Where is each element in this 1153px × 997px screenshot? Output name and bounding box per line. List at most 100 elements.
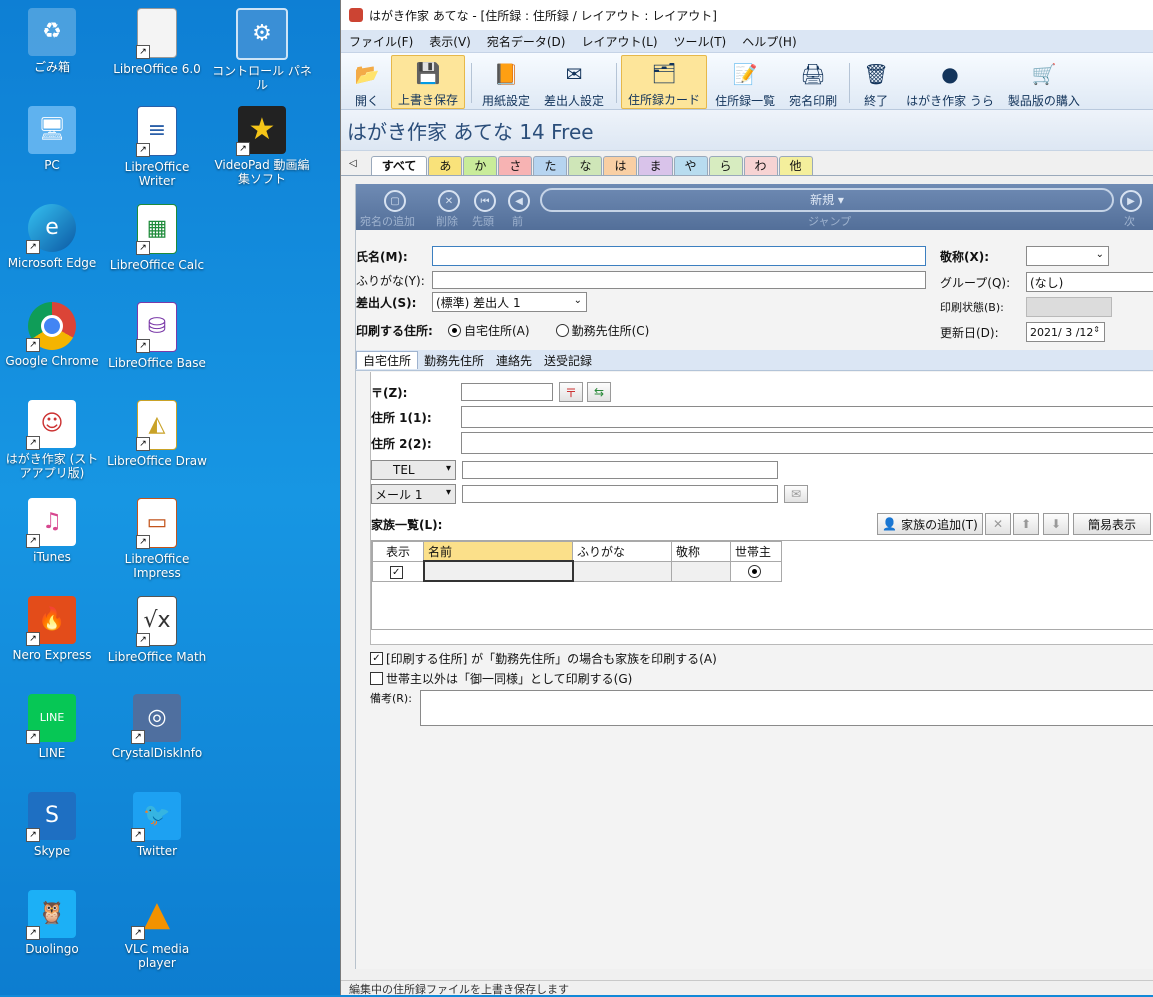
tab-ta[interactable]: た	[533, 156, 568, 175]
desktop-icon-writer[interactable]: ≡ ↗ LibreOffice Writer	[105, 106, 209, 188]
desktop-icon-line[interactable]: LINE ↗ LINE	[0, 694, 104, 760]
desktop-icon-control-panel[interactable]: ⚙ コントロール パネル	[210, 8, 314, 92]
desktop-icon-itunes[interactable]: ♫ ↗ iTunes	[0, 498, 104, 564]
checkbox-checked-icon[interactable]: ✓	[389, 565, 403, 579]
col-honorific[interactable]: 敬称	[671, 541, 731, 562]
print-button[interactable]: 🖨 宛名印刷	[783, 57, 843, 109]
tel-type-select[interactable]: TEL ▾	[371, 460, 456, 480]
tab-work-address[interactable]: 勤務先住所	[418, 352, 490, 369]
desktop-icon-chrome[interactable]: ↗ Google Chrome	[0, 302, 104, 368]
zip-input[interactable]	[461, 383, 553, 401]
tab-wa[interactable]: わ	[743, 156, 778, 175]
paper-settings-button[interactable]: 📙 用紙設定	[476, 57, 536, 109]
memo-input[interactable]	[420, 690, 1153, 726]
household-head-radio[interactable]	[748, 565, 761, 578]
menu-tools[interactable]: ツール(T)	[666, 33, 735, 50]
tab-ya[interactable]: や	[673, 156, 708, 175]
tab-home-address[interactable]: 自宅住所	[356, 351, 419, 369]
tab-ma[interactable]: ま	[638, 156, 673, 175]
desktop-icon-videopad[interactable]: ★ ↗ VideoPad 動画編集ソフト	[210, 106, 314, 186]
work-address-radio[interactable]	[555, 324, 569, 337]
show-cell[interactable]: ✓	[372, 560, 424, 582]
honorific-cell[interactable]	[671, 560, 731, 582]
desktop-icon-hagaki[interactable]: ☺ ↗ はがき作家 (ストアアプリ版)	[0, 400, 104, 480]
col-show[interactable]: 表示	[372, 541, 424, 562]
delete-family-icon[interactable]: ✕	[985, 513, 1011, 535]
desktop-icon-base[interactable]: ⛁ ↗ LibreOffice Base	[105, 302, 209, 370]
address-card-button[interactable]: 🗂 住所録カード	[621, 55, 708, 109]
prev-record-icon[interactable]: ◀	[508, 190, 530, 212]
add-family-button[interactable]: 👤 家族の追加(T)	[877, 513, 983, 535]
option1-checkbox[interactable]: ✓	[370, 652, 383, 665]
col-kana[interactable]: ふりがな	[572, 541, 672, 562]
zip-lookup-icon[interactable]: ⇆	[587, 382, 611, 402]
tab-ka[interactable]: か	[463, 156, 498, 175]
desktop-icon-draw[interactable]: ◭ ↗ LibreOffice Draw	[105, 400, 209, 468]
move-up-icon[interactable]: ⬆	[1013, 513, 1039, 535]
tab-contact[interactable]: 連絡先	[490, 352, 538, 369]
first-record-icon[interactable]: ⏮	[474, 190, 496, 212]
kana-input[interactable]	[432, 271, 926, 289]
address-list-button[interactable]: 📝 住所録一覧	[709, 57, 781, 109]
ura-button[interactable]: ● はがき作家 うら	[900, 57, 1000, 109]
tab-other[interactable]: 他	[778, 156, 813, 175]
desktop-icon-impress[interactable]: ▭ ↗ LibreOffice Impress	[105, 498, 209, 580]
tab-na[interactable]: な	[568, 156, 603, 175]
mail-input[interactable]	[462, 485, 778, 503]
menu-file[interactable]: ファイル(F)	[341, 33, 421, 50]
name-input[interactable]	[432, 246, 926, 266]
jump-combo[interactable]: 新規 ▾	[540, 188, 1114, 212]
tab-history[interactable]: 送受記録	[538, 352, 598, 369]
delete-record-icon[interactable]: ✕	[438, 190, 460, 212]
tab-all[interactable]: すべて	[370, 156, 428, 175]
next-record-icon[interactable]: ▶	[1120, 190, 1142, 212]
address1-input[interactable]	[461, 406, 1153, 428]
buy-button[interactable]: 🛒 製品版の購入	[1002, 57, 1086, 109]
desktop-icon-nero[interactable]: 🔥 ↗ Nero Express	[0, 596, 104, 662]
save-button[interactable]: 💾 上書き保存	[391, 55, 466, 109]
address2-input[interactable]	[461, 432, 1153, 454]
tab-ra[interactable]: ら	[708, 156, 743, 175]
spinner-icon[interactable]: ⇕	[1093, 325, 1100, 334]
menu-layout[interactable]: レイアウト(L)	[573, 33, 665, 50]
postal-mark-icon[interactable]: 〒	[559, 382, 583, 402]
mail-send-icon[interactable]: ✉	[784, 485, 808, 503]
desktop-icon-recycle-bin[interactable]: ♻ ごみ箱	[0, 8, 104, 74]
desktop-icon-edge[interactable]: e ↗ Microsoft Edge	[0, 204, 104, 270]
desktop-icon-crystaldisk[interactable]: ◎ ↗ CrystalDiskInfo	[105, 694, 209, 760]
home-address-radio[interactable]	[448, 324, 461, 337]
desktop-icon-duolingo[interactable]: 🦉 ↗ Duolingo	[0, 890, 104, 956]
desktop-icon-libreoffice[interactable]: ↗ LibreOffice 6.0	[105, 8, 209, 76]
desktop-icon-calc[interactable]: ▦ ↗ LibreOffice Calc	[105, 204, 209, 272]
tel-input[interactable]	[462, 461, 778, 479]
simple-view-button[interactable]: 簡易表示	[1073, 513, 1151, 535]
sender-select[interactable]: (標準) 差出人 1 ⌄	[432, 292, 587, 312]
desktop-icon-twitter[interactable]: 🐦 ↗ Twitter	[105, 792, 209, 858]
exit-button[interactable]: 🗑 終了	[854, 57, 898, 109]
household-head-cell[interactable]	[730, 560, 782, 582]
open-button[interactable]: 📂 開く	[345, 57, 389, 109]
option2-checkbox[interactable]	[370, 672, 383, 685]
group-select[interactable]: (なし)	[1026, 272, 1153, 292]
menu-data[interactable]: 宛名データ(D)	[479, 33, 574, 50]
desktop-icon-pc[interactable]: 🖥 PC	[0, 106, 104, 172]
menu-help[interactable]: ヘルプ(H)	[734, 33, 804, 50]
col-household-head[interactable]: 世帯主	[730, 541, 782, 562]
desktop-icon-math[interactable]: √x ↗ LibreOffice Math	[105, 596, 209, 664]
honorific-select[interactable]: ⌄	[1026, 246, 1109, 266]
updated-date-picker[interactable]: 2021/ 3 /12 ⇕	[1026, 322, 1105, 342]
kana-cell[interactable]	[572, 560, 672, 582]
title-bar[interactable]: はがき作家 あてな - [住所録 : 住所録 / レイアウト : レイアウト]	[341, 0, 1153, 30]
tab-ha[interactable]: は	[603, 156, 638, 175]
add-record-icon[interactable]: ▢	[384, 190, 406, 212]
mail-type-select[interactable]: メール 1 ▾	[371, 484, 456, 504]
move-down-icon[interactable]: ⬇	[1043, 513, 1069, 535]
menu-view[interactable]: 表示(V)	[421, 33, 479, 50]
tab-a[interactable]: あ	[428, 156, 463, 175]
tab-sa[interactable]: さ	[498, 156, 533, 175]
tabs-scroll-left-icon[interactable]: ◁	[349, 158, 357, 169]
sender-settings-button[interactable]: ✉ 差出人設定	[538, 57, 610, 109]
col-name[interactable]: 名前	[423, 541, 573, 562]
desktop-icon-vlc[interactable]: ▲ ↗ VLC media player	[105, 890, 209, 970]
desktop-icon-skype[interactable]: S ↗ Skype	[0, 792, 104, 858]
